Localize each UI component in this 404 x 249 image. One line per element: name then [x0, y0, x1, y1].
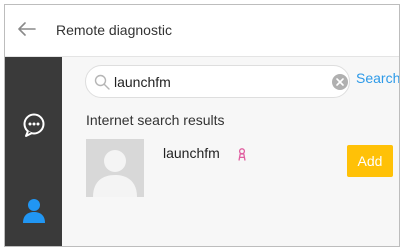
default-avatar-icon	[86, 139, 144, 197]
search-bar	[85, 65, 350, 98]
sidebar	[5, 57, 62, 246]
results-heading: Internet search results	[86, 112, 225, 128]
chat-bubble-icon	[23, 113, 44, 137]
add-friend-button[interactable]: Add	[347, 145, 393, 177]
arrow-left-icon	[18, 22, 36, 36]
search-icon	[94, 74, 110, 90]
avatar	[86, 139, 144, 197]
page-title: Remote diagnostic	[56, 22, 172, 38]
user-icon	[22, 199, 45, 223]
result-item[interactable]: launchfm Add	[86, 139, 399, 199]
search-input[interactable]	[114, 71, 314, 93]
app-window: Remote diagnostic launchfm Search Intern…	[4, 4, 400, 247]
clear-search-button[interactable]	[332, 74, 348, 90]
back-button[interactable]	[13, 15, 41, 43]
search-button[interactable]: Search	[356, 70, 399, 86]
female-icon	[238, 148, 246, 161]
result-name: launchfm	[163, 145, 220, 161]
title-bar: Remote diagnostic	[5, 5, 399, 57]
main-panel: Search Internet search results launchfm …	[62, 57, 399, 246]
clear-icon	[332, 74, 348, 90]
sidebar-item-messages[interactable]	[5, 103, 62, 147]
sidebar-item-contacts[interactable]	[5, 189, 62, 233]
